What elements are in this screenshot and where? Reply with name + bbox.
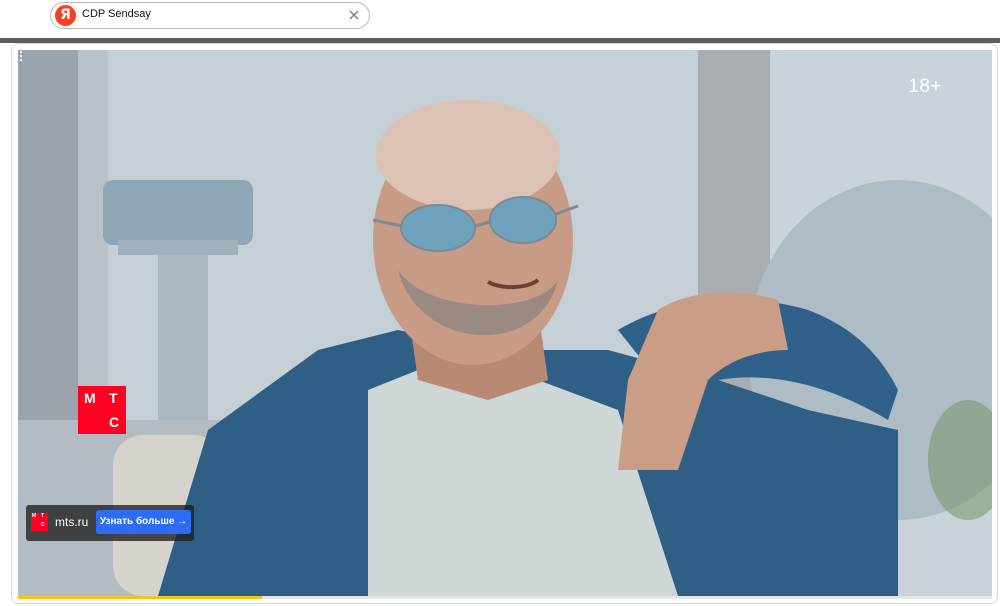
search-query-text[interactable]: CDP Sendsay: [82, 8, 151, 20]
mts-mini-logo: М Т С: [31, 513, 48, 531]
search-bar[interactable]: Я CDP Sendsay: [50, 2, 370, 29]
mts-logo-letter-m: М: [84, 390, 96, 406]
mini-logo-letter-m: М: [32, 513, 37, 519]
top-bar: Я CDP Sendsay: [0, 0, 1000, 38]
video-ad[interactable]: 18+ М Т С М Т С mts.ru Узнать больше →: [18, 50, 992, 596]
ad-domain-link[interactable]: mts.ru: [55, 515, 88, 529]
age-rating-label: 18+: [908, 76, 942, 97]
mini-logo-letter-s: С: [41, 522, 45, 528]
mts-logo-letter-s: С: [109, 414, 120, 430]
mini-logo-letter-t: Т: [41, 513, 45, 519]
learn-more-button[interactable]: Узнать больше →: [96, 510, 191, 534]
mts-logo-letter-t: Т: [109, 390, 118, 406]
ad-cta-bar[interactable]: М Т С mts.ru Узнать больше →: [26, 505, 194, 541]
video-progress-bar[interactable]: [18, 596, 992, 599]
more-vertical-icon[interactable]: [18, 50, 24, 62]
video-progress-fill: [18, 596, 262, 599]
close-icon[interactable]: [347, 8, 361, 22]
mts-logo: М Т С: [78, 386, 126, 434]
yandex-logo[interactable]: Я: [55, 5, 76, 26]
